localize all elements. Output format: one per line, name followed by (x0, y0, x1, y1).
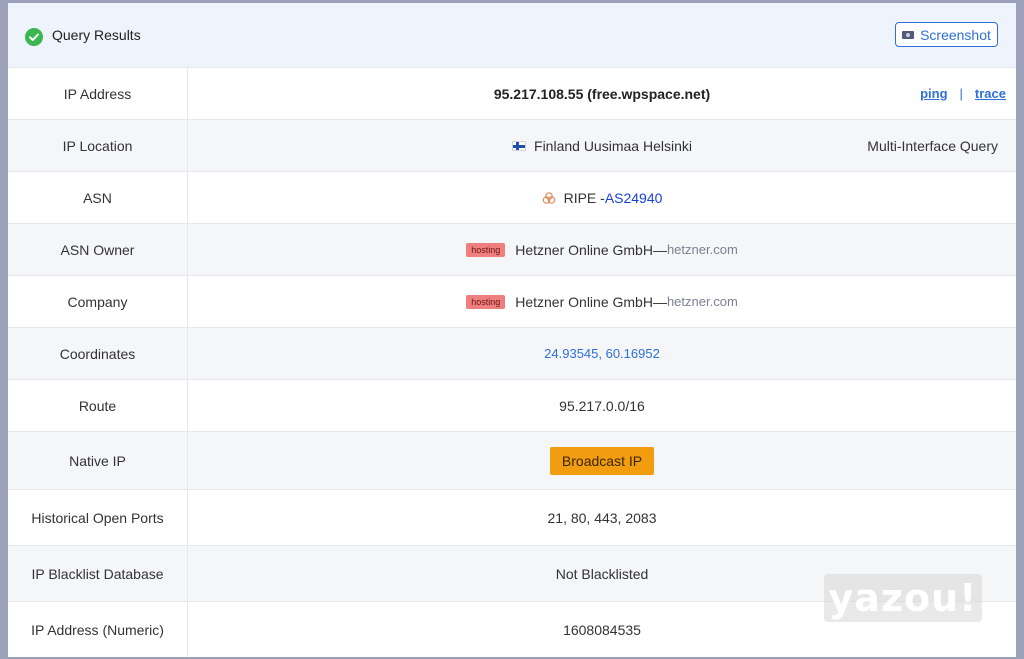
company-domain[interactable]: hetzner.com (667, 294, 738, 309)
row-ip-address: IP Address 95.217.108.55 (free.wpspace.n… (8, 67, 1016, 119)
row-value: hosting Hetzner Online GmbH — hetzner.co… (188, 276, 1016, 327)
company-name: Hetzner Online GmbH (515, 293, 653, 310)
dash-separator: — (652, 241, 667, 258)
row-ip-location: IP Location Finland Uusimaa Helsinki Mul… (8, 119, 1016, 171)
row-label: IP Location (8, 120, 188, 171)
row-label: IP Address (Numeric) (8, 602, 188, 657)
row-coordinates: Coordinates 24.93545, 60.16952 (8, 327, 1016, 379)
asn-link[interactable]: AS24940 (605, 190, 663, 206)
row-label: IP Blacklist Database (8, 546, 188, 601)
ip-address-value: 95.217.108.55 (free.wpspace.net) (493, 85, 711, 102)
row-asn-owner: ASN Owner hosting Hetzner Online GmbH — … (8, 223, 1016, 275)
coordinates-link[interactable]: 24.93545, 60.16952 (544, 346, 660, 361)
location-value: Finland Uusimaa Helsinki (534, 137, 692, 154)
route-value: 95.217.0.0/16 (559, 397, 645, 414)
results-header: Query Results Screenshot (8, 3, 1016, 67)
camera-icon (902, 30, 915, 39)
row-label: Historical Open Ports (8, 490, 188, 545)
finland-flag-icon (512, 140, 527, 151)
ping-trace-links: ping | trace (920, 68, 1006, 119)
ports-value: 21, 80, 443, 2083 (547, 509, 657, 526)
asn-registry: RIPE - (563, 189, 605, 206)
row-label: Coordinates (8, 328, 188, 379)
screenshot-button[interactable]: Screenshot (895, 22, 998, 47)
row-value: 24.93545, 60.16952 (188, 328, 1016, 379)
page-title: Query Results (52, 27, 141, 43)
row-label: ASN Owner (8, 224, 188, 275)
hosting-badge: hosting (466, 294, 506, 309)
row-asn: ASN RIPE - AS24940 (8, 171, 1016, 223)
dash-separator: — (652, 293, 667, 310)
trace-link[interactable]: trace (975, 86, 1006, 101)
hosting-badge: hosting (466, 242, 506, 257)
row-label: ASN (8, 172, 188, 223)
row-open-ports: Historical Open Ports 21, 80, 443, 2083 (8, 489, 1016, 545)
row-native-ip: Native IP Broadcast IP (8, 431, 1016, 489)
asn-owner-name: Hetzner Online GmbH (515, 241, 653, 258)
link-separator: | (959, 86, 963, 101)
asn-owner-domain[interactable]: hetzner.com (667, 242, 738, 257)
multi-interface-query-link[interactable]: Multi-Interface Query (867, 120, 998, 171)
check-circle-icon (25, 28, 43, 46)
row-value: hosting Hetzner Online GmbH — hetzner.co… (188, 224, 1016, 275)
row-route: Route 95.217.0.0/16 (8, 379, 1016, 431)
row-company: Company hosting Hetzner Online GmbH — he… (8, 275, 1016, 327)
row-value: RIPE - AS24940 (188, 172, 1016, 223)
row-label: IP Address (8, 68, 188, 119)
screenshot-label: Screenshot (920, 26, 991, 43)
ripe-icon (542, 191, 556, 205)
row-value: Broadcast IP (188, 432, 1016, 489)
ping-link[interactable]: ping (920, 86, 947, 101)
row-label: Company (8, 276, 188, 327)
row-label: Route (8, 380, 188, 431)
row-label: Native IP (8, 432, 188, 489)
row-value: 95.217.108.55 (free.wpspace.net) (188, 68, 1016, 119)
broadcast-ip-button[interactable]: Broadcast IP (549, 446, 655, 475)
query-results-panel: Query Results Screenshot IP Address 95.2… (8, 3, 1016, 657)
watermark-logo: yazou! (824, 574, 982, 622)
